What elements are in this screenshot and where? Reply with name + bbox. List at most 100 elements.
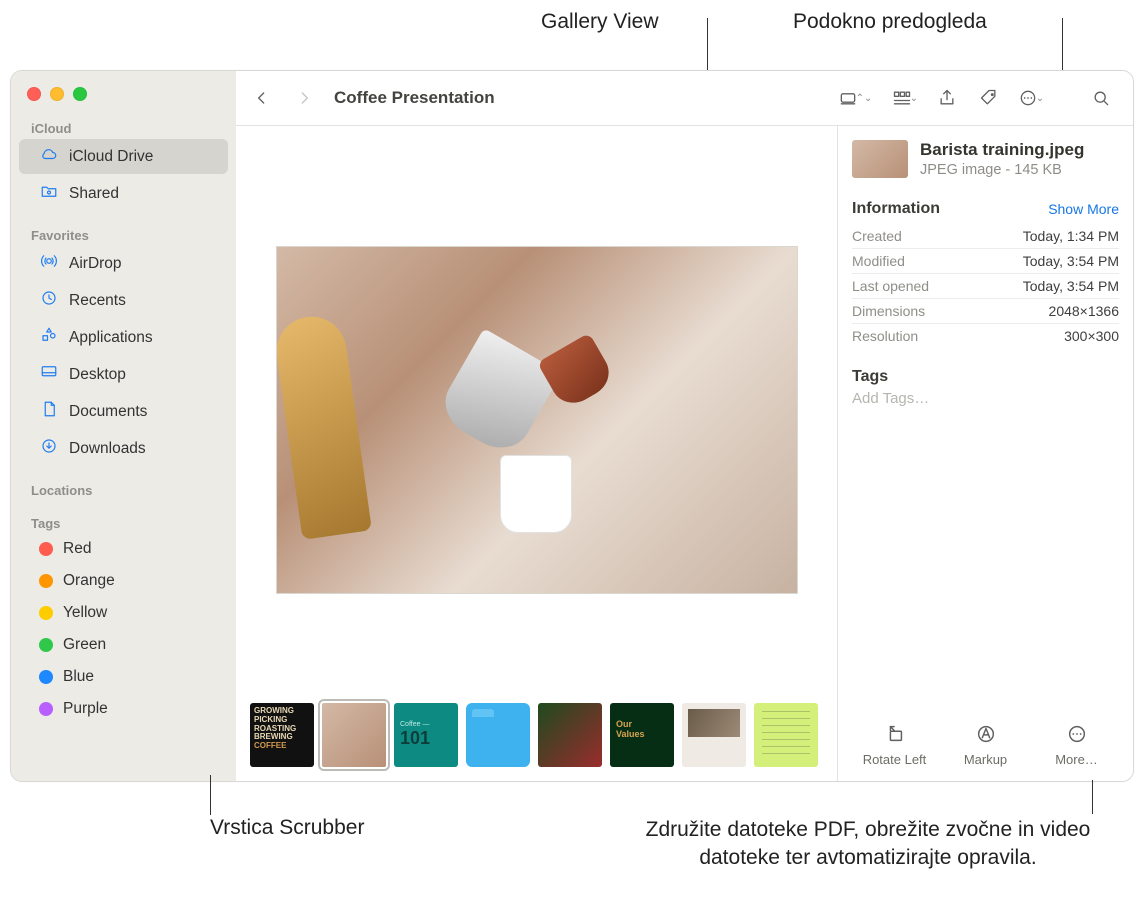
callout-gallery-view: Gallery View xyxy=(541,10,659,34)
preview-filename: Barista training.jpeg xyxy=(920,140,1084,160)
rotate-left-icon xyxy=(881,720,909,748)
ellipsis-circle-icon xyxy=(1063,720,1091,748)
info-heading: Information xyxy=(852,200,940,218)
action-label: More… xyxy=(1055,752,1098,767)
sidebar-item-label: Purple xyxy=(63,700,108,718)
apps-icon xyxy=(39,326,59,349)
thumb-cherries[interactable] xyxy=(538,703,602,767)
thumb-proforma[interactable] xyxy=(754,703,818,767)
show-more-link[interactable]: Show More xyxy=(1048,201,1119,217)
more-actions-button[interactable]: ⌄ xyxy=(1011,81,1051,115)
sidebar-item-shared[interactable]: Shared xyxy=(19,176,228,211)
sidebar-item-label: Applications xyxy=(69,329,153,347)
sidebar-item-label: Documents xyxy=(69,403,147,421)
window-title: Coffee Presentation xyxy=(334,88,495,108)
callout-line xyxy=(210,775,211,815)
action-label: Rotate Left xyxy=(863,752,927,767)
toolbar: Coffee Presentation ⌃⌄ ⌄ xyxy=(236,71,1133,125)
info-table: CreatedToday, 1:34 PM ModifiedToday, 3:5… xyxy=(852,224,1119,348)
sidebar-item-downloads[interactable]: Downloads xyxy=(19,431,228,466)
sidebar-item-label: Shared xyxy=(69,185,119,203)
info-row-dimensions: Dimensions2048×1366 xyxy=(852,298,1119,323)
sidebar-item-recents[interactable]: Recents xyxy=(19,283,228,318)
thumb-barista[interactable] xyxy=(322,703,386,767)
window-controls xyxy=(11,81,236,115)
callout-line xyxy=(1092,780,1093,814)
preview-pane: Barista training.jpeg JPEG image - 145 K… xyxy=(837,125,1133,781)
action-rotate-left[interactable]: Rotate Left xyxy=(852,720,937,767)
info-row-created: CreatedToday, 1:34 PM xyxy=(852,224,1119,248)
sidebar-tag-red[interactable]: Red xyxy=(19,534,228,564)
documents-icon xyxy=(39,400,59,423)
desktop-icon xyxy=(39,363,59,386)
sidebar-item-label: Red xyxy=(63,540,91,558)
cloud-icon xyxy=(39,145,59,168)
info-row-resolution: Resolution300×300 xyxy=(852,323,1119,348)
sidebar-item-label: iCloud Drive xyxy=(69,148,153,166)
chevron-down-icon: ⌄ xyxy=(910,93,918,104)
forward-button[interactable] xyxy=(284,81,324,115)
info-row-lastopened: Last openedToday, 3:54 PM xyxy=(852,273,1119,298)
tag-dot xyxy=(39,574,53,588)
sidebar-item-icloud-drive[interactable]: iCloud Drive xyxy=(19,139,228,174)
preview-fileinfo: JPEG image - 145 KB xyxy=(920,162,1084,178)
main-preview-image[interactable] xyxy=(276,246,798,594)
sidebar-section-icloud: iCloud xyxy=(11,115,236,138)
action-label: Markup xyxy=(964,752,1007,767)
thumb-our-values[interactable]: OurValues xyxy=(610,703,674,767)
sidebar-item-label: Orange xyxy=(63,572,115,590)
tag-dot xyxy=(39,542,53,556)
main-area: Coffee Presentation ⌃⌄ ⌄ xyxy=(236,71,1133,781)
sidebar-section-locations: Locations xyxy=(11,477,236,500)
callout-line xyxy=(707,18,708,56)
preview-thumbnail xyxy=(852,140,908,178)
back-button[interactable] xyxy=(242,81,282,115)
sidebar-section-favorites: Favorites xyxy=(11,222,236,245)
sidebar-item-desktop[interactable]: Desktop xyxy=(19,357,228,392)
chevron-down-icon: ⌄ xyxy=(1036,93,1044,104)
clock-icon xyxy=(39,289,59,312)
maximize-button[interactable] xyxy=(73,87,87,101)
sidebar-tag-green[interactable]: Green xyxy=(19,630,228,660)
thumb-growing-picking[interactable]: GROWINGPICKINGROASTINGBREWINGCOFFEE xyxy=(250,703,314,767)
barista-image xyxy=(277,247,797,593)
tag-dot xyxy=(39,606,53,620)
callout-scrubber: Vrstica Scrubber xyxy=(210,816,364,840)
finder-window: iCloud iCloud Drive Shared Favorites Air… xyxy=(10,70,1134,782)
gallery-pane: GROWINGPICKINGROASTINGBREWINGCOFFEE Coff… xyxy=(236,125,837,781)
action-more[interactable]: More… xyxy=(1034,720,1119,767)
sidebar-section-tags: Tags xyxy=(11,510,236,533)
tag-dot xyxy=(39,638,53,652)
sidebar-item-label: Recents xyxy=(69,292,126,310)
sidebar-item-label: Blue xyxy=(63,668,94,686)
callout-preview-pane: Podokno predogleda xyxy=(793,10,987,34)
add-tags-field[interactable]: Add Tags… xyxy=(852,390,1119,407)
sidebar-item-applications[interactable]: Applications xyxy=(19,320,228,355)
tag-dot xyxy=(39,670,53,684)
downloads-icon xyxy=(39,437,59,460)
share-button[interactable] xyxy=(927,81,967,115)
close-button[interactable] xyxy=(27,87,41,101)
tags-button[interactable] xyxy=(969,81,1009,115)
sidebar: iCloud iCloud Drive Shared Favorites Air… xyxy=(11,71,236,781)
action-markup[interactable]: Markup xyxy=(943,720,1028,767)
sidebar-item-label: Desktop xyxy=(69,366,126,384)
view-mode-button[interactable]: ⌃⌄ xyxy=(835,81,875,115)
thumb-photo-grid[interactable] xyxy=(682,703,746,767)
callout-more-note: Združite datoteke PDF, obrežite zvočne i… xyxy=(638,816,1098,873)
sidebar-tag-purple[interactable]: Purple xyxy=(19,694,228,724)
sidebar-tag-yellow[interactable]: Yellow xyxy=(19,598,228,628)
thumb-folder[interactable] xyxy=(466,703,530,767)
shared-folder-icon xyxy=(39,182,59,205)
sidebar-tag-orange[interactable]: Orange xyxy=(19,566,228,596)
markup-icon xyxy=(972,720,1000,748)
sidebar-tag-blue[interactable]: Blue xyxy=(19,662,228,692)
sidebar-item-documents[interactable]: Documents xyxy=(19,394,228,429)
sidebar-item-airdrop[interactable]: AirDrop xyxy=(19,246,228,281)
tag-dot xyxy=(39,702,53,716)
search-button[interactable] xyxy=(1081,81,1121,115)
group-button[interactable]: ⌄ xyxy=(885,81,925,115)
minimize-button[interactable] xyxy=(50,87,64,101)
info-row-modified: ModifiedToday, 3:54 PM xyxy=(852,248,1119,273)
thumb-coffee-101[interactable]: Coffee —101 xyxy=(394,703,458,767)
